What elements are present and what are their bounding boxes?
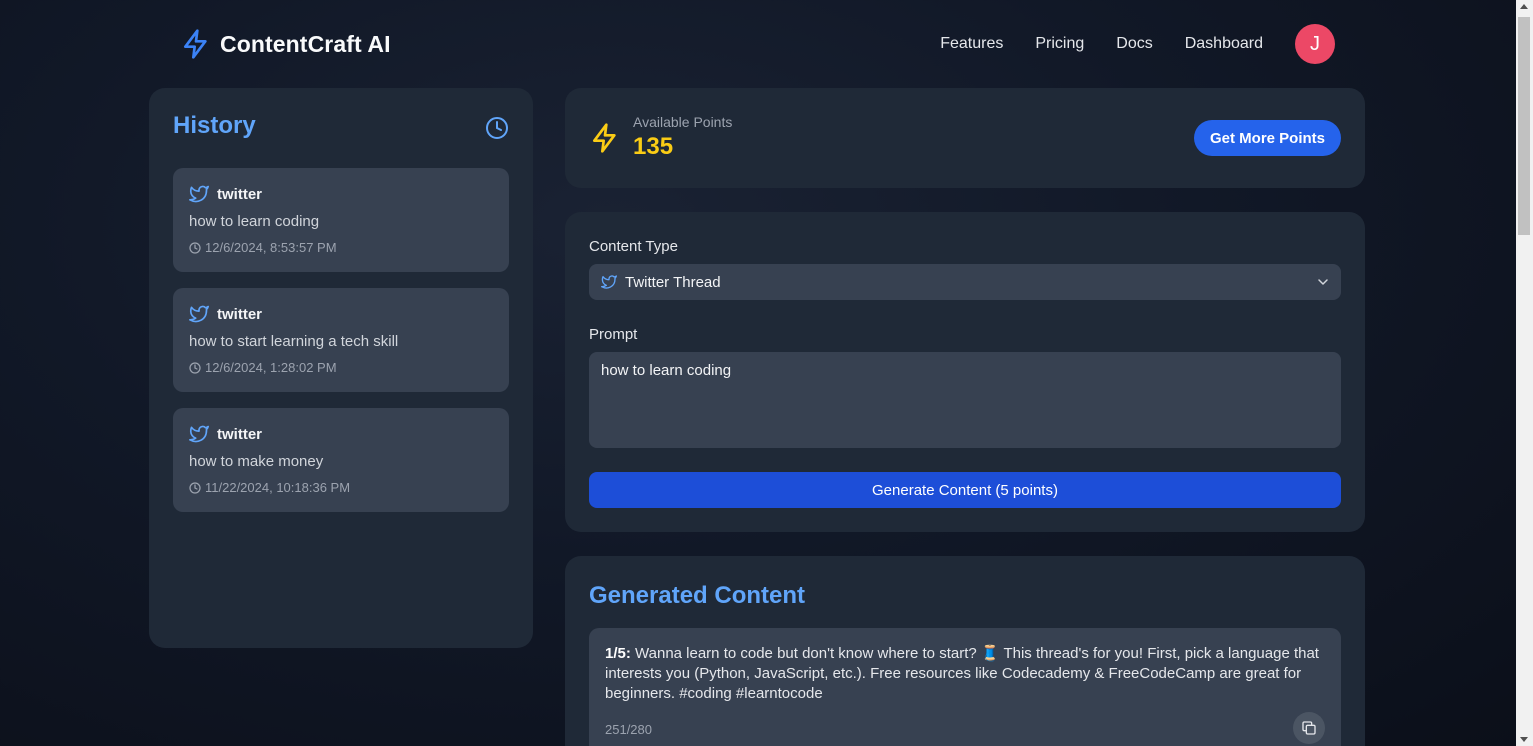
copy-icon <box>1302 721 1316 735</box>
twitter-icon <box>189 305 209 323</box>
tweet-card: 1/5: Wanna learn to code but don't know … <box>589 628 1341 746</box>
content-type-value: Twitter Thread <box>625 273 721 291</box>
history-title: History <box>173 112 256 139</box>
scroll-down-arrow-icon[interactable] <box>1520 737 1528 742</box>
history-sidebar: History twitter how to learn coding 12/6… <box>149 88 533 648</box>
twitter-icon <box>189 425 209 443</box>
history-item-prompt: how to start learning a tech skill <box>189 333 399 350</box>
history-item[interactable]: twitter how to make money 11/22/2024, 10… <box>173 408 509 512</box>
clock-icon[interactable] <box>485 116 509 140</box>
history-item-time: 12/6/2024, 8:53:57 PM <box>205 240 337 255</box>
history-item[interactable]: twitter how to learn coding 12/6/2024, 8… <box>173 168 509 272</box>
nav-pricing[interactable]: Pricing <box>1035 35 1084 53</box>
history-item-timestamp: 12/6/2024, 8:53:57 PM <box>189 240 337 255</box>
tweet-text-block: 1/5: Wanna learn to code but don't know … <box>605 644 1325 704</box>
history-item-time: 11/22/2024, 10:18:36 PM <box>205 480 351 495</box>
clock-icon <box>189 241 201 254</box>
history-item-header: twitter <box>189 424 262 444</box>
generator-form: Content Type Twitter Thread Prompt how t… <box>565 212 1365 532</box>
brand-name: ContentCraft AI <box>220 30 391 57</box>
lightning-bolt-icon <box>184 29 207 59</box>
twitter-icon <box>189 185 209 203</box>
nav-docs[interactable]: Docs <box>1116 35 1152 53</box>
history-item-timestamp: 11/22/2024, 10:18:36 PM <box>189 480 350 495</box>
prompt-label: Prompt <box>589 326 638 343</box>
chevron-down-icon <box>1318 279 1328 285</box>
points-label: Available Points <box>633 114 733 130</box>
clock-icon <box>189 481 201 494</box>
copy-button[interactable] <box>1293 712 1325 744</box>
history-item-prompt: how to make money <box>189 453 324 470</box>
page-scrollbar[interactable] <box>1516 0 1533 746</box>
get-more-points-button[interactable]: Get More Points <box>1193 120 1341 156</box>
history-item-prompt: how to learn coding <box>189 213 320 230</box>
tweet-content: Wanna learn to code but don't know where… <box>605 645 1319 702</box>
brand-logo[interactable]: ContentCraft AI <box>180 26 391 62</box>
twitter-icon <box>601 275 617 289</box>
history-item-platform: twitter <box>217 305 262 323</box>
lightning-bolt-icon <box>593 123 616 153</box>
app-page: ContentCraft AI Features Pricing Docs Da… <box>0 0 1516 746</box>
history-item-header: twitter <box>189 184 262 204</box>
content-type-select[interactable]: Twitter Thread <box>589 264 1341 300</box>
history-item-platform: twitter <box>217 185 262 203</box>
nav-dashboard[interactable]: Dashboard <box>1185 35 1263 53</box>
scroll-up-arrow-icon[interactable] <box>1520 4 1528 9</box>
generated-content-card: Generated Content 1/5: Wanna learn to co… <box>565 556 1365 746</box>
history-item-time: 12/6/2024, 1:28:02 PM <box>205 360 337 375</box>
generate-content-button[interactable]: Generate Content (5 points) <box>589 472 1341 508</box>
prompt-textarea[interactable]: how to learn coding <box>589 352 1341 448</box>
generated-content-title: Generated Content <box>589 582 806 609</box>
top-navbar: ContentCraft AI Features Pricing Docs Da… <box>180 24 1335 64</box>
history-item-timestamp: 12/6/2024, 1:28:02 PM <box>189 360 337 375</box>
points-value: 135 <box>633 133 674 160</box>
tweet-number: 1/5: <box>605 645 631 662</box>
history-item-header: twitter <box>189 304 262 324</box>
tweet-char-count: 251/280 <box>605 722 652 737</box>
clock-icon <box>189 361 201 374</box>
points-card: Available Points 135 Get More Points <box>565 88 1365 188</box>
history-item-platform: twitter <box>217 425 262 443</box>
scrollbar-thumb[interactable] <box>1518 17 1530 235</box>
user-avatar[interactable]: J <box>1295 24 1335 64</box>
content-type-label: Content Type <box>589 238 678 255</box>
main-nav: Features Pricing Docs Dashboard J <box>940 24 1335 64</box>
history-item[interactable]: twitter how to start learning a tech ski… <box>173 288 509 392</box>
nav-features[interactable]: Features <box>940 35 1003 53</box>
